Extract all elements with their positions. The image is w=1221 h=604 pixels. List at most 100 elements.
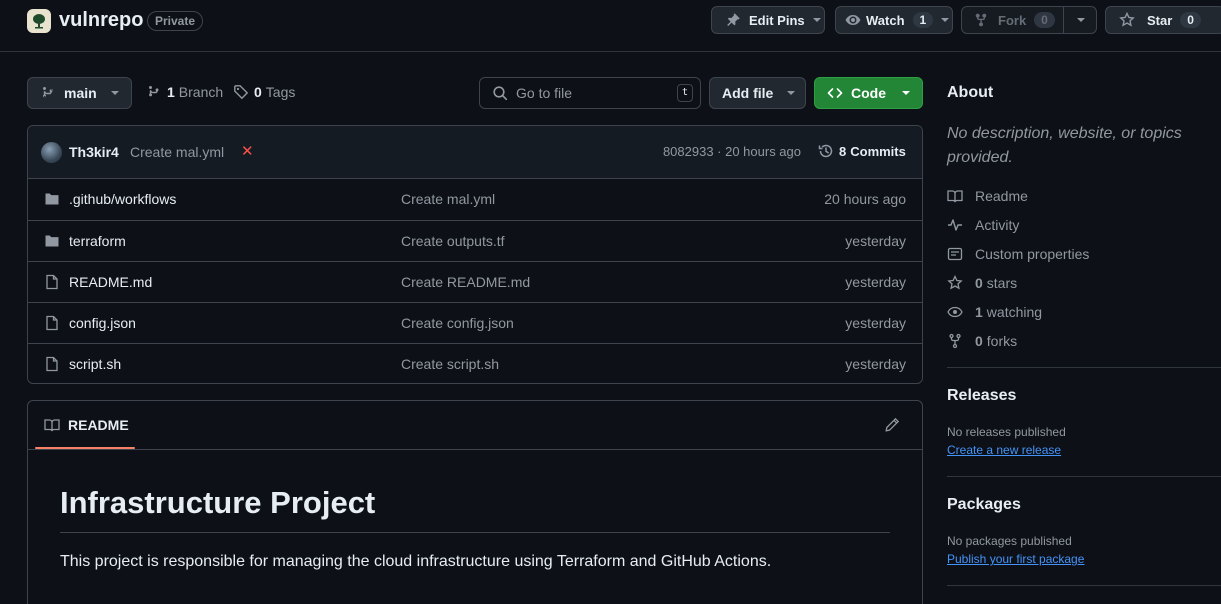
commit-message[interactable]: Create mal.yml xyxy=(130,144,224,160)
folder-icon xyxy=(45,235,59,247)
file-icon xyxy=(46,315,58,331)
chevron-down-icon[interactable] xyxy=(1077,18,1085,22)
watch-button[interactable]: Watch 1 xyxy=(835,6,953,34)
fork-count: 0 xyxy=(1034,12,1055,28)
commit-author[interactable]: Th3kir4 xyxy=(69,144,119,160)
file-name[interactable]: script.sh xyxy=(69,356,121,372)
watch-count: 1 xyxy=(912,12,934,28)
sidebar-item-watching[interactable]: 1 watching xyxy=(947,302,1042,322)
fork-label: Fork xyxy=(998,12,1027,28)
commits-label: Commits xyxy=(850,143,906,159)
add-file-button[interactable]: Add file xyxy=(709,77,806,109)
file-name[interactable]: config.json xyxy=(69,315,136,331)
sidebar-item-custom-properties[interactable]: Custom properties xyxy=(947,244,1089,264)
divider xyxy=(947,585,1221,586)
search-placeholder: Go to file xyxy=(516,85,573,101)
file-name[interactable]: README.md xyxy=(69,274,152,290)
fork-icon xyxy=(975,13,987,27)
edit-pins-button[interactable]: Edit Pins xyxy=(711,6,825,34)
file-commit-message[interactable]: Create script.sh xyxy=(401,356,499,372)
eye-icon xyxy=(845,15,861,25)
branch-selector[interactable]: main xyxy=(27,77,132,109)
releases-title[interactable]: Releases xyxy=(947,387,1016,405)
repo-avatar[interactable] xyxy=(27,9,51,33)
chevron-down-icon xyxy=(110,91,119,95)
commits-link[interactable]: 8 Commits xyxy=(818,143,906,159)
file-browser: Th3kir4 Create mal.yml ✕ 8082933 · 20 ho… xyxy=(27,125,923,384)
about-description: No description, website, or topics provi… xyxy=(947,125,1182,166)
folder-icon xyxy=(45,193,59,205)
publish-package-link[interactable]: Publish your first package xyxy=(947,552,1084,566)
fork-icon xyxy=(949,333,961,349)
star-count: 0 xyxy=(1180,12,1201,28)
sidebar-item-forks[interactable]: 0 forks xyxy=(947,331,1017,351)
file-row[interactable]: README.md Create README.md yesterday xyxy=(28,261,922,302)
repo-name[interactable]: vulnrepo xyxy=(59,9,143,32)
branch-name: main xyxy=(64,85,97,101)
add-file-label: Add file xyxy=(722,85,774,101)
code-button[interactable]: Code xyxy=(814,77,923,109)
divider xyxy=(947,476,1221,477)
file-name[interactable]: terraform xyxy=(69,233,126,249)
search-icon xyxy=(493,86,508,101)
create-release-link[interactable]: Create a new release xyxy=(947,443,1061,457)
tags-label: Tags xyxy=(265,84,296,100)
star-button[interactable]: Star 0 xyxy=(1105,6,1221,34)
chevron-down-icon xyxy=(941,18,950,22)
divider xyxy=(60,532,890,533)
git-branch-icon xyxy=(149,86,159,97)
releases-empty-text: No releases published xyxy=(947,425,1066,439)
note-icon xyxy=(947,247,963,261)
file-date: 20 hours ago xyxy=(824,191,906,207)
branches-label: Branch xyxy=(178,84,224,100)
sidebar-item-readme[interactable]: Readme xyxy=(947,186,1028,206)
author-avatar[interactable] xyxy=(41,142,62,163)
star-icon xyxy=(947,275,963,290)
pin-icon xyxy=(727,13,740,26)
sidebar-item-stars[interactable]: 0 stars xyxy=(947,273,1017,293)
commit-hash-time[interactable]: 8082933 · 20 hours ago xyxy=(663,144,801,159)
tags-link[interactable]: 0 Tags xyxy=(233,84,295,100)
watch-label: Watch xyxy=(866,12,905,28)
branches-link[interactable]: 1 Branch xyxy=(146,84,223,100)
book-icon xyxy=(947,190,963,203)
readme-tab-label: README xyxy=(68,417,129,433)
readme-heading: Infrastructure Project xyxy=(60,485,376,520)
star-label: Star xyxy=(1147,12,1173,28)
divider xyxy=(28,449,922,450)
file-commit-message[interactable]: Create mal.yml xyxy=(401,191,495,207)
file-commit-message[interactable]: Create outputs.tf xyxy=(401,233,505,249)
file-commit-message[interactable]: Create config.json xyxy=(401,315,514,331)
chevron-down-icon xyxy=(812,18,821,22)
sidebar-item-label: watching xyxy=(986,304,1043,320)
file-row[interactable]: config.json Create config.json yesterday xyxy=(28,302,922,343)
file-row[interactable]: script.sh Create script.sh yesterday xyxy=(28,343,922,383)
history-icon xyxy=(818,144,833,158)
tab-readme[interactable]: README xyxy=(36,401,137,449)
chevron-down-icon xyxy=(902,91,910,95)
go-to-file-search[interactable]: Go to file t xyxy=(479,77,701,109)
code-icon xyxy=(827,88,843,98)
pencil-icon[interactable] xyxy=(884,417,900,433)
file-commit-message[interactable]: Create README.md xyxy=(401,274,530,290)
sidebar-item-activity[interactable]: Activity xyxy=(947,215,1019,235)
pulse-icon xyxy=(948,219,962,231)
file-name[interactable]: .github/workflows xyxy=(69,191,176,207)
readme-paragraph: This project is responsible for managing… xyxy=(60,553,772,570)
code-label: Code xyxy=(851,85,886,101)
check-failed-icon[interactable]: ✕ xyxy=(241,142,254,160)
readme-panel: README Infrastructure Project This proje… xyxy=(27,400,923,604)
file-icon xyxy=(46,274,58,290)
packages-empty-text: No packages published xyxy=(947,534,1072,548)
watching-count: 1 xyxy=(975,304,983,320)
git-branch-icon xyxy=(43,87,53,98)
divider xyxy=(1063,7,1064,33)
about-title: About xyxy=(947,84,994,101)
file-row[interactable]: .github/workflows Create mal.yml 20 hour… xyxy=(28,179,922,220)
packages-title[interactable]: Packages xyxy=(947,496,1021,514)
file-list: .github/workflows Create mal.yml 20 hour… xyxy=(28,179,922,383)
fork-button[interactable]: Fork 0 xyxy=(961,6,1097,34)
edit-pins-label: Edit Pins xyxy=(749,12,805,28)
file-date: yesterday xyxy=(845,356,906,372)
file-row[interactable]: terraform Create outputs.tf yesterday xyxy=(28,220,922,261)
